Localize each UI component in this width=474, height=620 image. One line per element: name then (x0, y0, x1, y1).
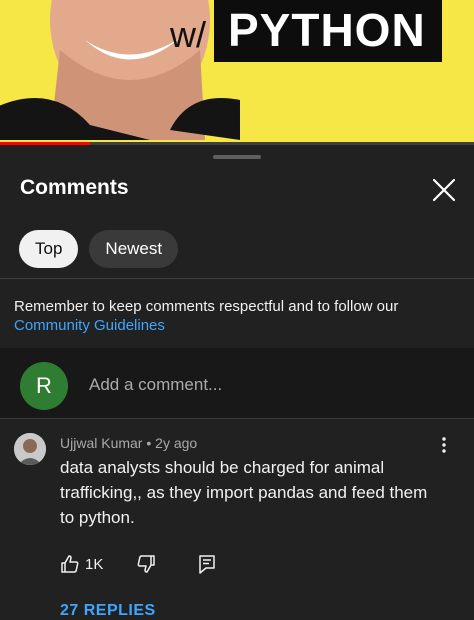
comment-author[interactable]: Ujjwal Kumar (60, 435, 142, 451)
sort-chips: Top Newest (19, 230, 179, 268)
close-icon[interactable] (430, 176, 458, 204)
like-count: 1K (85, 555, 104, 573)
comments-title: Comments (20, 176, 129, 199)
dislike-button[interactable] (136, 554, 156, 574)
comment-time: 2y ago (155, 435, 198, 451)
tab-newest[interactable]: Newest (89, 230, 179, 268)
thumbs-down-icon (137, 555, 156, 573)
title-badge: PYTHON (214, 0, 442, 62)
meta-separator: • (146, 435, 156, 451)
like-button[interactable]: 1K (60, 554, 103, 574)
reply-icon (199, 555, 216, 574)
add-comment-row[interactable]: R Add a comment... (0, 348, 474, 418)
video-title-overlay: w/ PYTHON (170, 0, 442, 62)
tab-top[interactable]: Top (19, 230, 79, 268)
comment-item: Ujjwal Kumar • 2y ago data analysts shou… (0, 419, 474, 619)
comment-meta: Ujjwal Kumar • 2y ago (60, 435, 197, 451)
divider (0, 278, 474, 279)
comment-text: data analysts should be charged for anim… (60, 458, 428, 527)
notice-text: Remember to keep comments respectful and… (14, 298, 399, 315)
video-thumbnail[interactable]: w/ PYTHON (0, 0, 474, 145)
guidelines-notice: Remember to keep comments respectful and… (14, 297, 454, 335)
comment-actions: 1K (60, 554, 216, 574)
comments-sheet: Comments Top Newest Remember to keep com… (0, 145, 474, 619)
commenter-avatar[interactable] (14, 433, 46, 465)
thumbs-up-icon (61, 555, 79, 573)
reply-button[interactable] (198, 554, 216, 574)
title-prefix: w/ (170, 14, 206, 55)
avatar-image (14, 433, 46, 465)
drag-handle[interactable] (213, 155, 261, 159)
add-comment-input[interactable]: Add a comment... (89, 375, 222, 395)
community-guidelines-link[interactable]: Community Guidelines (14, 316, 454, 335)
more-options-icon[interactable] (434, 435, 454, 455)
avatar: R (20, 362, 68, 410)
view-replies-button[interactable]: 27 REPLIES (60, 602, 156, 620)
